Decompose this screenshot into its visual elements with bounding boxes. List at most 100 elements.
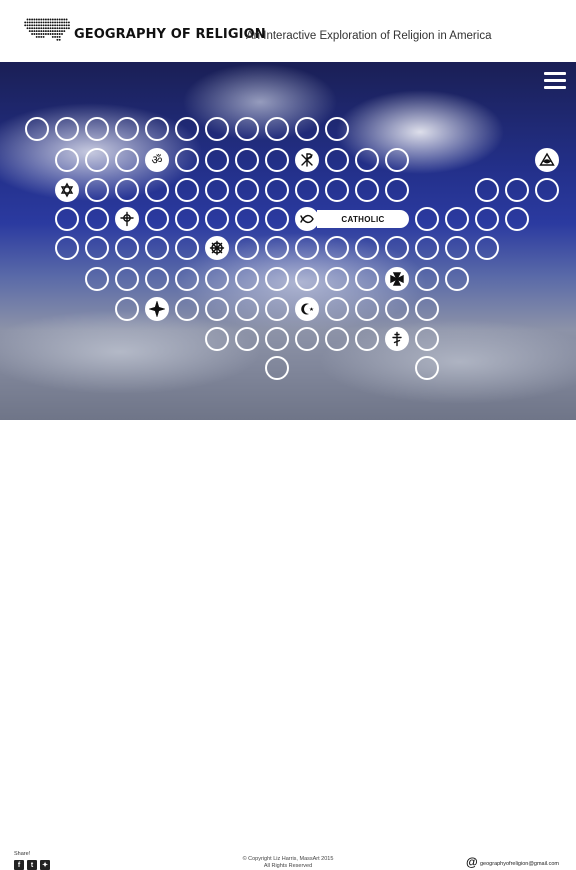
- state-circle[interactable]: [205, 297, 229, 321]
- state-circle[interactable]: [505, 178, 529, 202]
- state-circle[interactable]: [85, 148, 109, 172]
- state-circle[interactable]: [235, 207, 259, 231]
- state-circle[interactable]: [25, 117, 49, 141]
- state-circle[interactable]: [265, 297, 289, 321]
- state-circle[interactable]: [85, 207, 109, 231]
- state-circle[interactable]: [175, 148, 199, 172]
- state-circle[interactable]: [325, 236, 349, 260]
- state-circle[interactable]: [115, 117, 139, 141]
- state-circle[interactable]: [115, 236, 139, 260]
- state-circle[interactable]: [175, 236, 199, 260]
- state-circle[interactable]: [325, 297, 349, 321]
- state-circle[interactable]: [535, 178, 559, 202]
- state-circle[interactable]: [205, 327, 229, 351]
- crescent-star-icon[interactable]: [295, 297, 319, 321]
- state-circle[interactable]: [145, 236, 169, 260]
- state-circle[interactable]: [265, 236, 289, 260]
- state-circle[interactable]: [475, 207, 499, 231]
- state-circle[interactable]: [145, 267, 169, 291]
- state-circle[interactable]: [265, 148, 289, 172]
- state-circle[interactable]: [475, 236, 499, 260]
- ichthys-fish-icon[interactable]: [295, 207, 319, 231]
- om-icon[interactable]: ॐ: [145, 148, 169, 172]
- state-circle[interactable]: [355, 327, 379, 351]
- maltese-cross-icon[interactable]: [385, 267, 409, 291]
- state-circle[interactable]: [235, 178, 259, 202]
- state-circle[interactable]: [115, 148, 139, 172]
- state-circle[interactable]: [235, 117, 259, 141]
- state-circle[interactable]: [175, 267, 199, 291]
- state-circle[interactable]: [175, 117, 199, 141]
- orthodox-cross-icon[interactable]: [385, 327, 409, 351]
- state-circle[interactable]: [505, 207, 529, 231]
- chi-rho-icon[interactable]: [295, 148, 319, 172]
- state-circle[interactable]: [115, 267, 139, 291]
- eye-pyramid-icon[interactable]: [535, 148, 559, 172]
- state-circle[interactable]: [115, 178, 139, 202]
- contact-email-link[interactable]: geographyofreligion@gmail.com: [480, 861, 559, 867]
- state-circle[interactable]: [175, 297, 199, 321]
- dharma-wheel-icon[interactable]: [205, 236, 229, 260]
- star-of-david-icon[interactable]: [55, 178, 79, 202]
- baha-star-icon[interactable]: [145, 297, 169, 321]
- state-circle[interactable]: [85, 236, 109, 260]
- state-circle[interactable]: [325, 327, 349, 351]
- state-circle[interactable]: [235, 148, 259, 172]
- celtic-cross-icon[interactable]: [115, 207, 139, 231]
- state-circle[interactable]: [205, 117, 229, 141]
- state-circle[interactable]: [265, 327, 289, 351]
- state-circle[interactable]: [55, 207, 79, 231]
- state-circle[interactable]: [85, 178, 109, 202]
- state-circle[interactable]: [265, 356, 289, 380]
- state-circle[interactable]: [145, 207, 169, 231]
- state-circle[interactable]: [415, 327, 439, 351]
- state-circle[interactable]: [235, 236, 259, 260]
- state-circle[interactable]: [205, 267, 229, 291]
- state-circle[interactable]: [415, 297, 439, 321]
- state-circle[interactable]: [55, 117, 79, 141]
- state-circle[interactable]: [355, 148, 379, 172]
- state-circle[interactable]: [295, 236, 319, 260]
- state-circle[interactable]: [355, 178, 379, 202]
- state-circle[interactable]: [115, 297, 139, 321]
- state-circle[interactable]: [235, 297, 259, 321]
- state-circle[interactable]: [265, 178, 289, 202]
- state-circle[interactable]: [415, 356, 439, 380]
- state-circle[interactable]: [325, 148, 349, 172]
- state-circle[interactable]: [55, 148, 79, 172]
- state-circle[interactable]: [385, 297, 409, 321]
- state-circle[interactable]: [295, 178, 319, 202]
- state-circle[interactable]: [475, 178, 499, 202]
- state-circle[interactable]: [265, 207, 289, 231]
- state-circle[interactable]: [235, 267, 259, 291]
- state-circle[interactable]: [355, 236, 379, 260]
- state-circle[interactable]: [355, 267, 379, 291]
- state-circle[interactable]: [205, 207, 229, 231]
- state-circle[interactable]: [445, 267, 469, 291]
- hamburger-menu-icon[interactable]: [544, 72, 566, 90]
- state-circle[interactable]: [385, 178, 409, 202]
- state-circle[interactable]: [175, 207, 199, 231]
- state-circle[interactable]: [325, 267, 349, 291]
- state-circle[interactable]: [355, 297, 379, 321]
- state-circle[interactable]: [85, 267, 109, 291]
- state-circle[interactable]: [175, 178, 199, 202]
- state-circle[interactable]: [295, 267, 319, 291]
- state-circle[interactable]: [325, 117, 349, 141]
- state-circle[interactable]: [145, 178, 169, 202]
- state-circle[interactable]: [235, 327, 259, 351]
- state-circle[interactable]: [55, 236, 79, 260]
- state-circle[interactable]: [85, 117, 109, 141]
- state-circle[interactable]: [415, 236, 439, 260]
- state-circle[interactable]: [205, 148, 229, 172]
- state-circle[interactable]: [145, 117, 169, 141]
- state-circle[interactable]: [415, 267, 439, 291]
- state-circle[interactable]: [295, 327, 319, 351]
- state-circle[interactable]: [265, 117, 289, 141]
- state-circle[interactable]: [325, 178, 349, 202]
- state-circle[interactable]: [385, 236, 409, 260]
- state-circle[interactable]: [295, 117, 319, 141]
- state-circle[interactable]: [415, 207, 439, 231]
- state-circle[interactable]: [265, 267, 289, 291]
- state-circle[interactable]: [205, 178, 229, 202]
